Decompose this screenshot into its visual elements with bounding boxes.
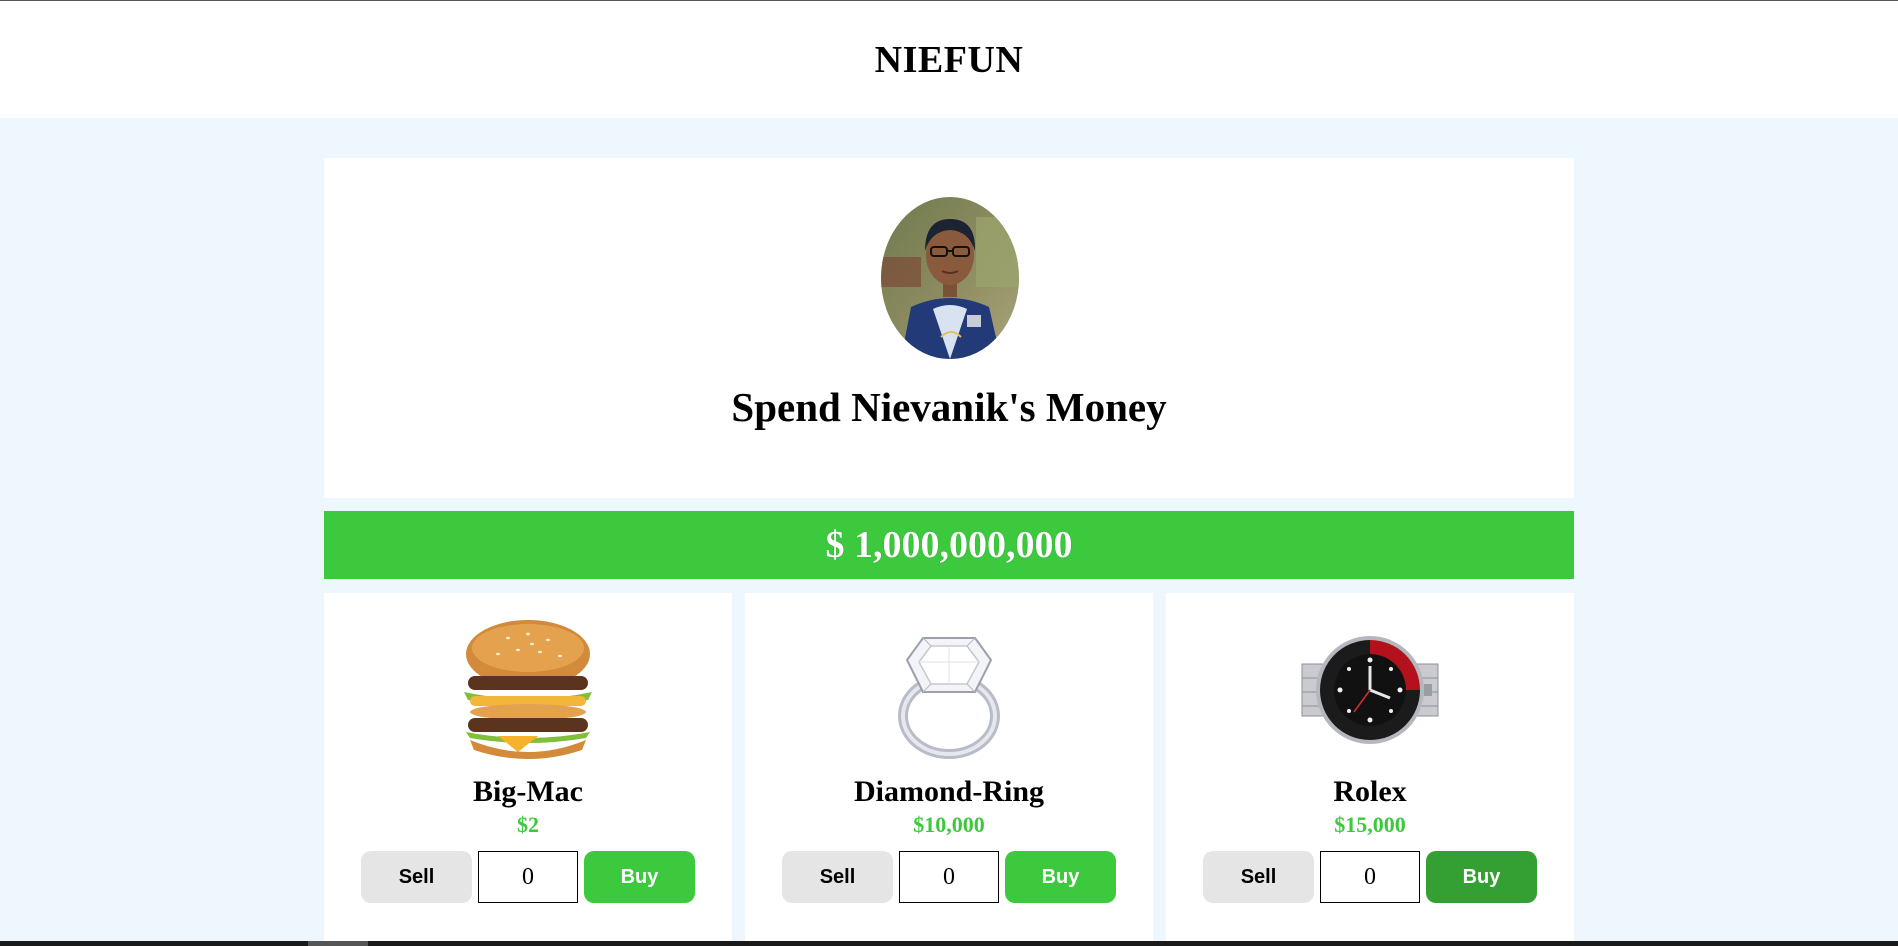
product-controls: Sell Buy [782,851,1116,903]
product-controls: Sell Buy [1203,851,1537,903]
product-image [1290,616,1450,764]
product-image [448,616,608,764]
quantity-input[interactable] [899,851,999,903]
avatar [881,197,1019,359]
product-controls: Sell Buy [361,851,695,903]
money-balance: $ 1,000,000,000 [825,524,1073,566]
balance-bar: $ 1,000,000,000 [324,511,1574,579]
sell-button[interactable]: Sell [361,851,472,903]
product-card-big-mac: Big-Mac $2 Sell Buy [324,593,732,946]
watch-icon [1301,636,1439,744]
product-card-diamond-ring: Diamond-Ring $10,000 Sell Buy [745,593,1153,946]
person-portrait-icon [881,197,1019,359]
buy-button[interactable]: Buy [1005,851,1116,903]
product-name: Big-Mac [473,775,583,808]
diamond-ring-icon [898,637,1000,759]
brand-title: NIEFUN [874,38,1024,81]
quantity-input[interactable] [478,851,578,903]
sell-button[interactable]: Sell [782,851,893,903]
product-price: $15,000 [1334,812,1406,837]
product-price: $2 [517,812,539,837]
buy-button[interactable]: Buy [584,851,695,903]
product-card-rolex: Rolex $15,000 Sell Buy [1166,593,1574,946]
scrollbar-thumb[interactable] [308,941,368,946]
product-image [869,616,1029,764]
buy-button[interactable]: Buy [1426,851,1537,903]
sell-button[interactable]: Sell [1203,851,1314,903]
horizontal-scrollbar[interactable] [0,941,1898,946]
site-header: NIEFUN [0,1,1898,118]
product-price: $10,000 [913,812,985,837]
quantity-input[interactable] [1320,851,1420,903]
burger-icon [464,620,592,759]
product-name: Diamond-Ring [853,775,1045,808]
page-title: Spend Nievanik's Money [731,384,1167,430]
product-name: Rolex [1333,775,1407,808]
profile-card: Spend Nievanik's Money [324,158,1574,498]
